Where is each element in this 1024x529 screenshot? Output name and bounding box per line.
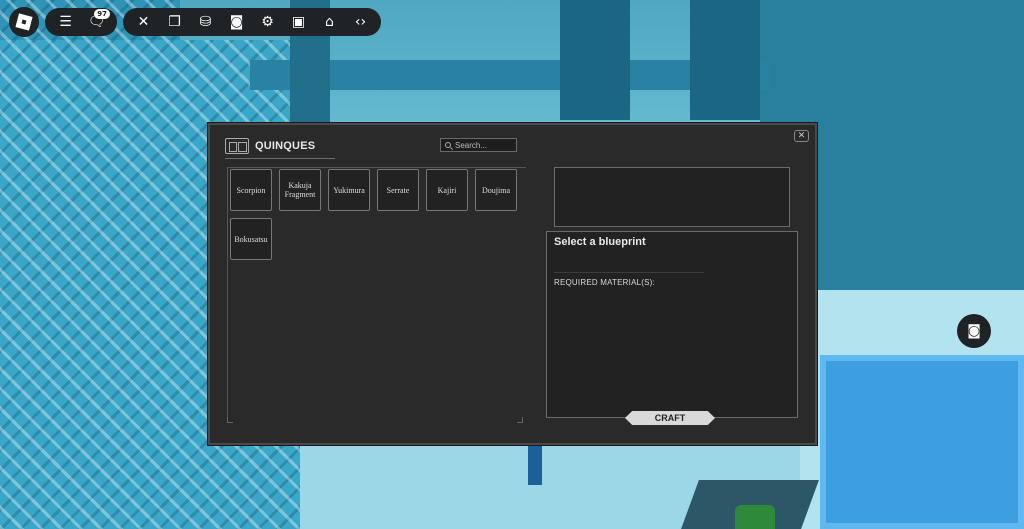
divider [554,272,704,273]
shop-basket-icon[interactable]: ⛁ [191,8,220,36]
roblox-logo-button[interactable] [9,7,39,37]
roblox-logo-icon [15,13,33,31]
shrub [735,505,775,529]
menu-chat-pill: ☰ 🗨 97 [45,8,117,36]
quinque-slot[interactable]: Serrate [377,169,419,211]
inventory-icon[interactable]: ❐ [160,8,189,36]
items-grid: Scorpion Kakuja Fragment Yukimura Serrate Ka… [230,169,530,260]
quinques-panel: QUINQUES ✕ ScorpionKakuja FragmentYukimu… [208,123,817,445]
blueprint-icon [225,137,249,154]
code-icon[interactable]: ‹› [346,8,375,36]
grid-corner [517,417,523,423]
hamburger-menu-icon[interactable]: ☰ [51,8,80,36]
quinque-slot[interactable]: Kakuja Fragment [279,169,321,211]
backpack-icon[interactable]: ▣ [284,8,313,36]
grid-corner [227,417,233,423]
chat-badge: 97 [94,9,110,19]
chat-icon[interactable]: 🗨 97 [82,8,111,36]
details-title: Select a blueprint [554,236,646,248]
quinque-slot[interactable]: Bokusatsu [230,218,272,260]
search-icon [445,142,451,148]
quinque-slot[interactable]: Kajiri [426,169,468,211]
search-box[interactable] [440,138,517,152]
blueprint-preview [554,167,790,227]
close-icon[interactable]: ✕ [129,8,158,36]
search-input[interactable] [455,140,513,150]
blueprint-details: Select a blueprint REQUIRED MATERIAL(S): [546,231,798,418]
blue-box [820,355,1024,529]
screenshot-camera-icon[interactable]: ◙ [957,314,991,348]
blue-post [528,440,542,485]
steel-column [690,0,760,120]
tools-pill: ✕ ❐ ⛁ ◙ ⚙ ▣ ⌂ ‹› [123,8,381,36]
quinque-slot[interactable]: Yukimura [328,169,370,211]
home-icon[interactable]: ⌂ [315,8,344,36]
panel-header: QUINQUES [225,133,335,159]
required-materials-label: REQUIRED MATERIAL(S): [554,278,655,287]
close-button[interactable]: ✕ [794,130,809,142]
camera-icon[interactable]: ◙ [222,8,251,36]
panel-title: QUINQUES [255,139,316,152]
quinque-slot[interactable]: Scorpion [230,169,272,211]
top-bar: ☰ 🗨 97 ✕ ❐ ⛁ ◙ ⚙ ▣ ⌂ ‹› [9,7,381,37]
steel-column [560,0,630,120]
gear-icon[interactable]: ⚙ [253,8,282,36]
quinque-slot[interactable]: Doujima [475,169,517,211]
craft-button[interactable]: CRAFT [625,411,715,425]
